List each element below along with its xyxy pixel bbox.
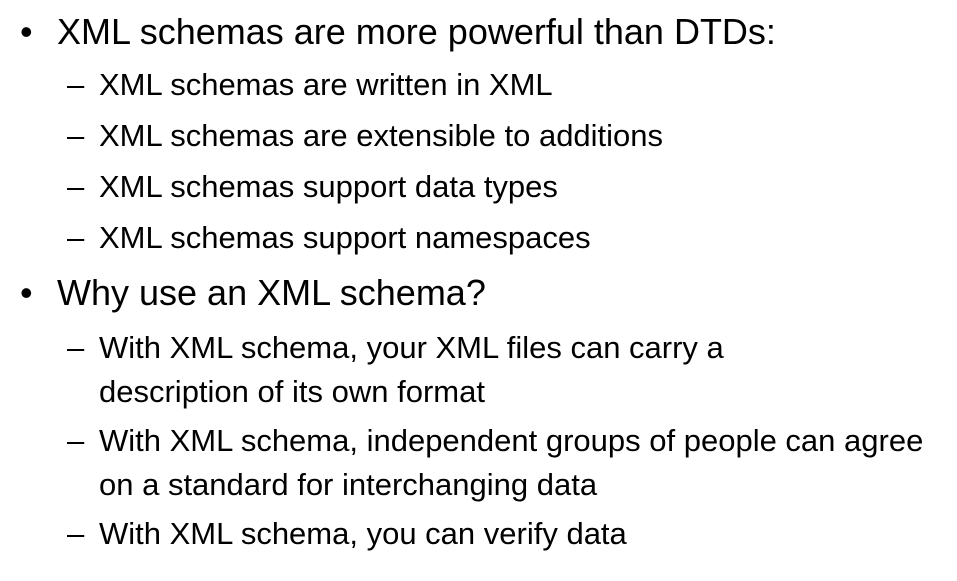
bullet-heading-text: Why use an XML schema? (57, 272, 486, 313)
bullet-heading-text: XML schemas are more powerful than DTDs: (57, 11, 776, 52)
slide-content: • XML schemas are more powerful than DTD… (0, 0, 957, 581)
sub-bullet-text: With XML schema, you can verify data (99, 516, 627, 551)
dash-icon: – (67, 220, 85, 255)
bullet-icon: • (20, 272, 33, 313)
sub-bullet-text: XML schemas support data types (99, 169, 558, 204)
sub-bullet-text: With XML schema, your XML files can carr… (99, 330, 724, 409)
dash-icon: – (67, 516, 85, 551)
dash-icon: – (67, 118, 85, 153)
sub-bullet-text: XML schemas are extensible to additions (99, 118, 664, 153)
sub-bullet-text: XML schemas support namespaces (99, 220, 591, 255)
dash-icon: – (67, 423, 85, 458)
dash-icon: – (67, 330, 85, 365)
bullet-icon: • (20, 11, 33, 52)
sub-bullet-text: With XML schema, independent groups of p… (99, 423, 924, 502)
dash-icon: – (67, 67, 85, 102)
sub-bullet-text: XML schemas are written in XML (99, 67, 553, 102)
dash-icon: – (67, 169, 85, 204)
